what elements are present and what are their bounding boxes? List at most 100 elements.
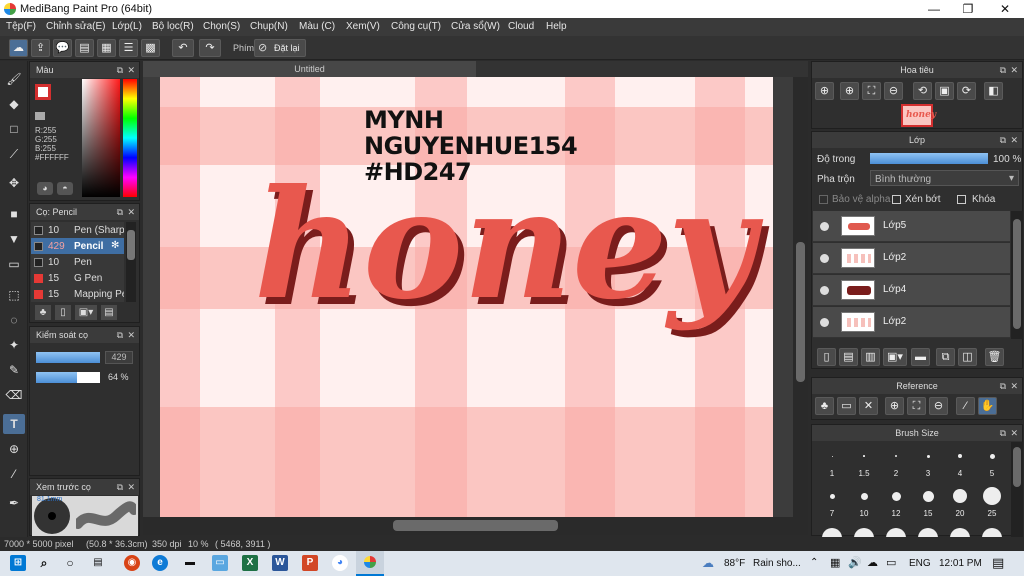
folder-icon[interactable]: ▬ xyxy=(911,348,930,366)
list-item[interactable]: 15 Mapping Pe xyxy=(31,286,124,302)
drawing-canvas[interactable]: MYNH NGUYENHUE154 #HD247 honey honey xyxy=(160,77,773,517)
add-brush-dropdown-icon[interactable]: ▣▾ xyxy=(75,305,97,320)
popout-icon[interactable]: ⧉ xyxy=(1000,425,1006,441)
rotate-right-icon[interactable]: ⟳ xyxy=(957,82,976,100)
popout-icon[interactable]: ⧉ xyxy=(117,204,123,220)
document-icon[interactable]: ▦ xyxy=(97,39,116,57)
volume-icon[interactable]: 🔊 xyxy=(848,556,862,569)
popout-icon[interactable]: ⧉ xyxy=(117,479,123,495)
chat-icon[interactable]: 💬 xyxy=(53,39,72,57)
close-icon[interactable]: ✕ xyxy=(127,204,135,220)
minimize-button[interactable]: — xyxy=(916,0,952,18)
brush-size-dot[interactable] xyxy=(958,454,962,458)
list-item[interactable]: 10 Pen xyxy=(31,254,124,270)
menu-edit[interactable]: Chỉnh sửa(E) xyxy=(46,21,106,32)
flip-icon[interactable]: ▣ xyxy=(935,82,954,100)
transparent-swatch[interactable] xyxy=(35,112,45,120)
medibang-taskbar-item[interactable] xyxy=(356,551,384,576)
popout-icon[interactable]: ⧉ xyxy=(117,62,123,78)
trash-icon[interactable]: 🗑 xyxy=(985,348,1004,366)
brush-size-dot[interactable] xyxy=(863,455,865,457)
foreground-color-swatch[interactable] xyxy=(35,84,51,100)
cloud-sync-icon[interactable]: ☁ xyxy=(867,556,878,569)
scroll-thumb[interactable] xyxy=(127,230,135,260)
brush-list-scrollbar[interactable] xyxy=(126,222,136,302)
magic-wand-icon[interactable]: ✦ xyxy=(3,335,25,355)
close-reference-icon[interactable]: ✕ xyxy=(859,397,878,415)
add-layer-dropdown-icon[interactable]: ▣▾ xyxy=(883,348,907,366)
merge-layer-icon[interactable]: ◫ xyxy=(958,348,977,366)
windows-start-icon[interactable]: ⊞ xyxy=(10,555,26,571)
brush-size-dot[interactable] xyxy=(983,487,1001,505)
lock-checkbox[interactable] xyxy=(957,195,966,204)
desktop-icon[interactable]: ▭ xyxy=(212,555,228,571)
rect-tool-icon[interactable]: □ xyxy=(3,119,25,139)
close-icon[interactable]: ✕ xyxy=(127,327,135,343)
reference-settings-icon[interactable]: ♣ xyxy=(815,397,834,415)
undo-icon[interactable]: ↶ xyxy=(172,39,194,57)
brush-list-icon[interactable]: ▤ xyxy=(101,305,117,320)
eraser-tool-icon[interactable]: ◆ xyxy=(3,94,25,114)
close-icon[interactable]: ✕ xyxy=(127,62,135,78)
hue-slider[interactable] xyxy=(123,79,137,197)
brush-size-scrollbar[interactable] xyxy=(1011,442,1023,537)
cortana-icon[interactable]: ○ xyxy=(62,555,78,571)
eyedropper-icon[interactable]: ⁄ xyxy=(3,464,25,484)
close-icon[interactable]: ✕ xyxy=(1010,132,1018,148)
chrome-icon[interactable]: ◕ xyxy=(332,555,348,571)
select-eraser-icon[interactable]: ⌫ xyxy=(3,385,25,405)
zoom-in-icon[interactable]: ⊕ xyxy=(885,397,904,415)
operation-tool-icon[interactable]: ⊕ xyxy=(3,439,25,459)
menu-view[interactable]: Xem(V) xyxy=(346,21,380,32)
file-explorer-icon[interactable]: ▬ xyxy=(182,555,198,571)
brush-tool-icon[interactable]: 🖌 xyxy=(3,69,25,89)
new-8bit-layer-icon[interactable]: ▥ xyxy=(861,348,880,366)
eye-icon[interactable] xyxy=(820,254,829,263)
menu-window[interactable]: Cửa sổ(W) xyxy=(451,21,500,32)
layer-row[interactable]: Lớp2 xyxy=(813,243,1010,274)
weather-text[interactable]: Rain sho... xyxy=(753,558,801,569)
brush-size-dot[interactable] xyxy=(922,490,934,502)
palette-icon[interactable]: ◕ xyxy=(37,182,53,195)
menu-help[interactable]: Help xyxy=(546,21,567,32)
scroll-thumb[interactable] xyxy=(1013,447,1021,487)
new-halftone-layer-icon[interactable]: ▤ xyxy=(839,348,858,366)
gear-icon[interactable]: ✻ xyxy=(111,240,119,251)
brush-size-dot[interactable] xyxy=(953,489,967,503)
brush-settings-icon[interactable]: ♣ xyxy=(35,305,51,320)
layer-row[interactable]: Lớp5 xyxy=(813,211,1010,242)
edge-icon[interactable]: e xyxy=(152,555,168,571)
brush-size-dot[interactable] xyxy=(829,493,835,499)
battery-icon[interactable]: ▭ xyxy=(886,556,896,569)
popout-icon[interactable]: ⧉ xyxy=(1000,132,1006,148)
clipping-checkbox[interactable] xyxy=(892,195,901,204)
navigator-thumbnail[interactable]: honey xyxy=(901,104,936,127)
chevron-up-icon[interactable]: ⌃ xyxy=(810,557,818,568)
dotline-tool-icon[interactable]: ⟋ xyxy=(3,144,25,164)
scroll-thumb[interactable] xyxy=(1013,219,1021,329)
menu-tools[interactable]: Công cụ(T) xyxy=(391,21,441,32)
bucket-tool-icon[interactable]: ▼ xyxy=(3,229,25,249)
menu-color[interactable]: Màu (C) xyxy=(299,21,335,32)
fit-screen-icon[interactable]: ⛶ xyxy=(907,397,926,415)
brush-size-value[interactable]: 429 xyxy=(105,351,133,364)
fit-screen-icon[interactable]: ⛶ xyxy=(862,82,881,100)
zoom-out-icon[interactable]: ⊖ xyxy=(884,82,903,100)
menu-cloud[interactable]: Cloud xyxy=(508,21,534,32)
menu-layer[interactable]: Lớp(L) xyxy=(112,21,142,32)
scroll-thumb[interactable] xyxy=(796,242,805,382)
brush-size-dot[interactable] xyxy=(860,492,868,500)
popout-icon[interactable]: ⧉ xyxy=(1000,62,1006,78)
close-icon[interactable]: ✕ xyxy=(1010,425,1018,441)
brush-size-dot[interactable] xyxy=(989,453,995,459)
network-icon[interactable]: ▦ xyxy=(830,556,840,569)
canvas-horizontal-scrollbar[interactable] xyxy=(143,517,808,535)
duplicate-layer-icon[interactable]: ⧉ xyxy=(936,348,955,366)
brush-opacity-slider[interactable] xyxy=(36,372,100,383)
menu-snap[interactable]: Chụp(N) xyxy=(250,21,288,32)
layer-list-scrollbar[interactable] xyxy=(1011,211,1023,339)
grid-icon[interactable]: ▩ xyxy=(141,39,160,57)
move-tool-icon[interactable]: ✥ xyxy=(3,173,25,193)
layer-row[interactable]: Lớp2 xyxy=(813,307,1010,338)
mirror-icon[interactable]: ◧ xyxy=(984,82,1003,100)
